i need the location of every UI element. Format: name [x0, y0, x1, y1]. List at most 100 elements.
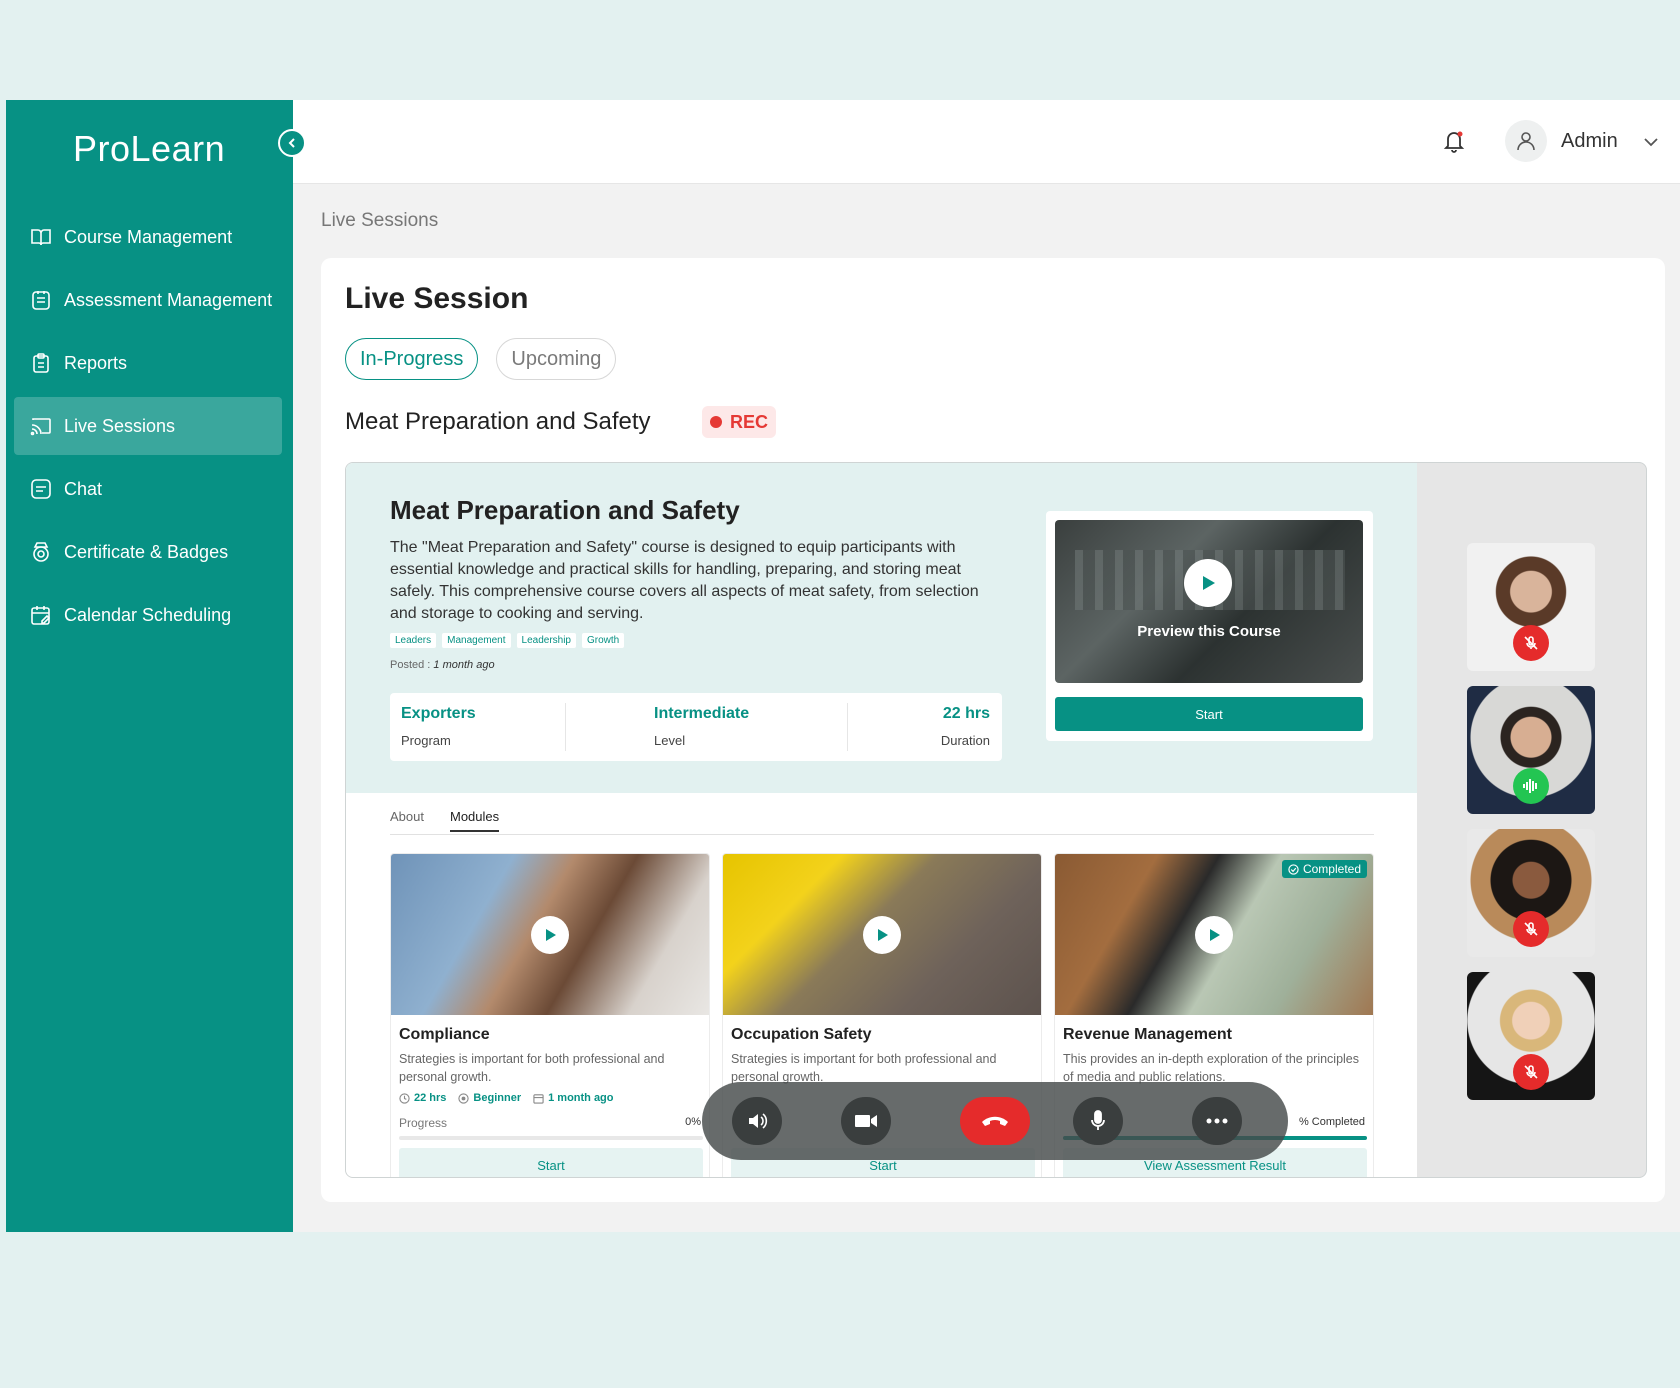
speaker-button[interactable] — [732, 1097, 782, 1145]
divider — [847, 703, 848, 751]
course-subtabs: About Modules — [390, 809, 1374, 835]
clipboard-icon — [30, 352, 52, 374]
module-title: Revenue Management — [1063, 1026, 1232, 1043]
course-description: The "Meat Preparation and Safety" course… — [390, 539, 979, 622]
play-icon[interactable] — [863, 916, 901, 954]
tab-upcoming[interactable]: Upcoming — [496, 338, 617, 380]
audio-wave-icon — [1513, 768, 1549, 804]
participant-list — [1467, 543, 1595, 1115]
participant-tile[interactable] — [1467, 829, 1595, 957]
course-title: Meat Preparation and Safety — [390, 495, 740, 525]
progress-value: % Completed — [1298, 1116, 1365, 1128]
progress-label: Progress — [399, 1116, 448, 1130]
module-posted: 1 month ago — [533, 1092, 614, 1104]
calendar-icon — [533, 1093, 544, 1104]
module-hours-label: 22 hrs — [414, 1092, 447, 1104]
live-session-card: Live Session In-Progress Upcoming Meat P… — [321, 258, 1665, 1202]
tab-about[interactable]: About — [390, 809, 424, 830]
course-hero: Meat Preparation and Safety The "Meat Pr… — [346, 463, 1417, 793]
user-icon — [1517, 132, 1535, 151]
level-icon — [458, 1092, 470, 1104]
top-bar: Admin — [293, 100, 1680, 184]
sidebar: ProLearn Course Management Assessment Ma… — [6, 100, 293, 1232]
notification-bell-icon[interactable] — [1441, 128, 1467, 154]
tab-modules[interactable]: Modules — [450, 809, 500, 832]
sidebar-item-assessment-management[interactable]: Assessment Management — [14, 271, 282, 329]
user-name[interactable]: Admin — [1561, 130, 1618, 153]
participant-tile[interactable] — [1467, 686, 1595, 814]
shared-screen: Meat Preparation and Safety The "Meat Pr… — [346, 463, 1417, 1177]
sidebar-item-live-sessions[interactable]: Live Sessions — [14, 397, 282, 455]
collapse-sidebar-button[interactable] — [278, 129, 306, 157]
tag-chip[interactable]: Growth — [582, 633, 625, 648]
module-posted-label: 1 month ago — [548, 1092, 614, 1104]
sidebar-item-chat[interactable]: Chat — [14, 460, 282, 518]
sidebar-item-label: Course Management — [64, 226, 233, 247]
play-icon[interactable] — [1195, 916, 1233, 954]
mic-muted-icon — [1513, 625, 1549, 661]
progress-bar — [399, 1136, 703, 1140]
sidebar-item-certificate-badges[interactable]: Certificate & Badges — [14, 523, 282, 581]
progress-value: 0% — [685, 1116, 701, 1128]
module-meta: 22 hrs Beginner 1 month ago — [399, 1092, 614, 1104]
sidebar-item-calendar-scheduling[interactable]: Calendar Scheduling — [14, 586, 282, 644]
sidebar-item-label: Assessment Management — [64, 289, 273, 310]
stat-value: 22 hrs — [942, 705, 990, 722]
sidebar-item-label: Reports — [64, 352, 128, 373]
chevron-left-icon — [288, 138, 295, 148]
play-icon[interactable] — [531, 916, 569, 954]
more-options-button[interactable] — [1192, 1097, 1242, 1145]
sidebar-item-reports[interactable]: Reports — [14, 334, 282, 392]
microphone-icon — [1091, 1110, 1105, 1130]
session-status-tabs: In-Progress Upcoming — [345, 338, 617, 380]
participant-tile[interactable] — [1467, 972, 1595, 1100]
preview-thumbnail[interactable]: Preview this Course — [1055, 520, 1363, 683]
call-controls — [702, 1082, 1288, 1160]
module-title: Compliance — [399, 1026, 490, 1043]
posted-info: Posted : 1 month ago — [390, 659, 495, 671]
module-start-button[interactable]: Start — [399, 1148, 703, 1177]
page-title: Live Session — [345, 282, 529, 315]
rec-badge: REC — [702, 406, 777, 438]
video-camera-icon — [855, 1115, 877, 1127]
posted-value: 1 month ago — [433, 659, 495, 671]
user-avatar[interactable] — [1505, 120, 1547, 162]
sidebar-item-label: Calendar Scheduling — [64, 604, 232, 625]
end-call-button[interactable] — [960, 1097, 1030, 1145]
module-level: Beginner — [458, 1092, 521, 1104]
stat-label: Program — [401, 733, 451, 748]
book-icon — [30, 226, 52, 248]
play-icon[interactable] — [1184, 559, 1232, 607]
stat-level: Intermediate Level — [654, 693, 804, 761]
rec-label: REC — [730, 411, 769, 432]
module-card[interactable]: Compliance Strategies is important for b… — [390, 853, 710, 1177]
tag-chip[interactable]: Leadership — [516, 633, 576, 648]
sidebar-item-course-management[interactable]: Course Management — [14, 208, 282, 266]
start-course-button[interactable]: Start — [1055, 697, 1363, 731]
course-stats: Exporters Program Intermediate Level 22 … — [390, 693, 1002, 761]
mic-muted-icon — [1513, 911, 1549, 947]
module-description: This provides an in-depth exploration of… — [1063, 1052, 1360, 1084]
chevron-down-icon[interactable] — [1643, 134, 1659, 155]
microphone-button[interactable] — [1073, 1097, 1123, 1145]
end-call-icon — [982, 1116, 1008, 1126]
stat-label: Duration — [940, 733, 990, 748]
completed-label: Completed — [1302, 862, 1361, 876]
course-tags: Leaders Management Leadership Growth — [390, 633, 625, 648]
posted-label: Posted : — [390, 659, 431, 671]
module-description: Strategies is important for both profess… — [731, 1052, 997, 1084]
sidebar-item-label: Live Sessions — [64, 415, 176, 436]
module-hours: 22 hrs — [399, 1092, 446, 1104]
tag-chip[interactable]: Leaders — [390, 633, 437, 648]
broadcast-icon — [30, 415, 52, 437]
tab-in-progress[interactable]: In-Progress — [345, 338, 479, 380]
stat-value: Intermediate — [654, 705, 750, 722]
app-window: ProLearn Course Management Assessment Ma… — [6, 100, 1680, 1232]
camera-button[interactable] — [841, 1097, 891, 1145]
session-stage: Meat Preparation and Safety The "Meat Pr… — [345, 462, 1647, 1178]
tag-chip[interactable]: Management — [442, 633, 511, 648]
breadcrumb: Live Sessions — [321, 210, 439, 231]
participant-tile[interactable] — [1467, 543, 1595, 671]
session-name: Meat Preparation and Safety — [345, 408, 651, 435]
stat-program: Exporters Program — [401, 693, 551, 761]
